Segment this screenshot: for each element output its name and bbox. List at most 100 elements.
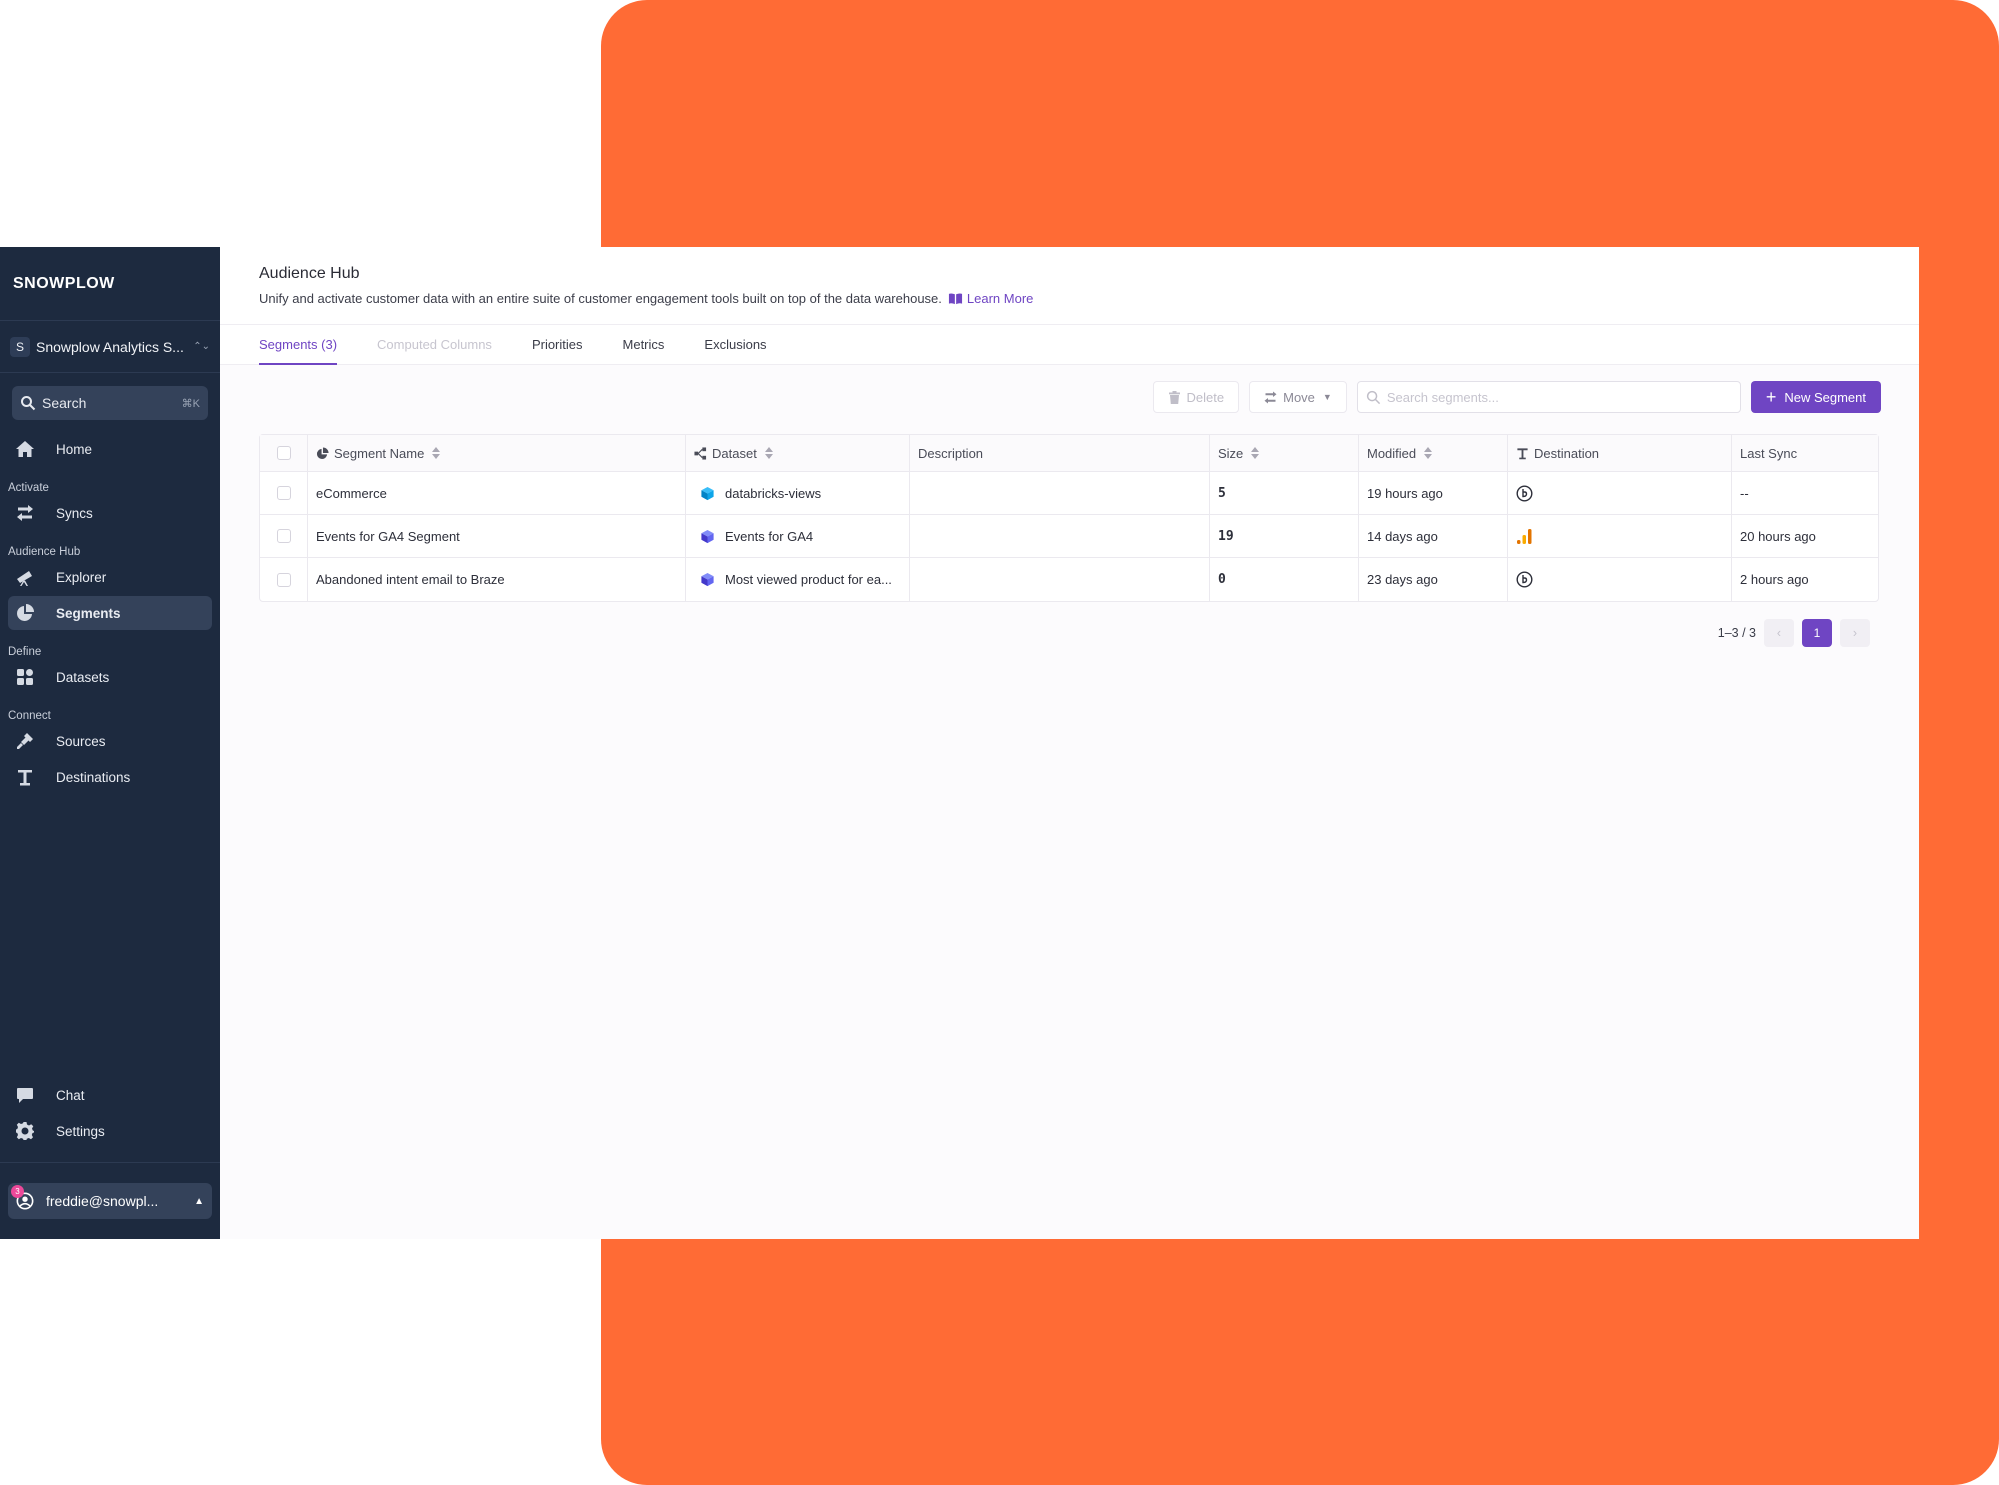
- delete-button[interactable]: Delete: [1152, 381, 1240, 413]
- column-label: Description: [918, 445, 984, 461]
- description-cell: [910, 558, 1210, 601]
- move-button[interactable]: Move ▼: [1249, 381, 1347, 413]
- size-cell: 19: [1210, 515, 1359, 557]
- tab-metrics[interactable]: Metrics: [623, 325, 665, 364]
- header-modified[interactable]: Modified: [1359, 435, 1508, 471]
- grid-icon: [17, 669, 33, 685]
- sidebar-item-explorer[interactable]: Explorer: [8, 560, 212, 594]
- search-shortcut: ⌘K: [181, 397, 200, 410]
- last-sync-cell: 2 hours ago: [1740, 572, 1809, 587]
- sidebar-item-datasets[interactable]: Datasets: [8, 660, 212, 694]
- section-audience-hub: Audience Hub: [8, 546, 81, 558]
- sort-icon[interactable]: [432, 447, 441, 459]
- row-checkbox[interactable]: [276, 486, 291, 500]
- pie-chart-icon: [17, 604, 34, 621]
- sidebar-item-sources[interactable]: Sources: [8, 724, 212, 758]
- arrows-swap-icon: [17, 505, 33, 521]
- destination-cell[interactable]: [1508, 472, 1732, 514]
- modified-cell: 23 days ago: [1359, 558, 1508, 601]
- destination-cell[interactable]: [1508, 558, 1732, 601]
- sidebar: SNOWPLOW S Snowplow Analytics S... ⌃⌄ Se…: [0, 247, 220, 1239]
- row-checkbox[interactable]: [276, 572, 291, 587]
- tab-segments[interactable]: Segments (3): [259, 325, 338, 365]
- table-row[interactable]: Abandoned intent email to Braze Most vie…: [260, 558, 1878, 601]
- chevron-up-down-icon: ⌃⌄: [193, 341, 210, 352]
- telescope-icon: [17, 571, 32, 586]
- pagination: 1–3 / 3 ‹ 1 ›: [1718, 619, 1870, 647]
- dataset-cell[interactable]: databricks-views: [686, 472, 910, 514]
- tab-exclusions[interactable]: Exclusions: [704, 325, 766, 364]
- dataset-cell[interactable]: Most viewed product for ea...: [686, 558, 910, 601]
- sidebar-item-settings[interactable]: Settings: [8, 1114, 212, 1148]
- segment-name-cell[interactable]: eCommerce: [308, 472, 686, 514]
- dataset-nodes-icon: [694, 446, 707, 460]
- tab-priorities[interactable]: Priorities: [532, 325, 583, 364]
- divider: [0, 1162, 220, 1163]
- org-badge: S: [10, 336, 30, 357]
- org-switcher[interactable]: S Snowplow Analytics S... ⌃⌄: [0, 321, 220, 373]
- segment-name-cell[interactable]: Abandoned intent email to Braze: [308, 558, 686, 601]
- table-row[interactable]: eCommerce databricks-views 5 19 hours ag…: [260, 472, 1878, 515]
- delete-label: Delete: [1186, 389, 1225, 405]
- learn-more-link[interactable]: Learn More: [948, 291, 1033, 306]
- row-checkbox[interactable]: [276, 529, 291, 543]
- column-label: Modified: [1367, 445, 1417, 461]
- sidebar-item-label: Sources: [56, 733, 106, 749]
- main-content: Audience Hub Unify and activate customer…: [220, 247, 1919, 1239]
- page-subtitle: Unify and activate customer data with an…: [259, 291, 1919, 306]
- last-sync-cell: 20 hours ago: [1740, 528, 1816, 544]
- destination-cell[interactable]: [1508, 515, 1732, 557]
- sidebar-item-label: Datasets: [56, 669, 110, 685]
- page-button-1[interactable]: 1: [1802, 619, 1832, 647]
- snowplow-logo[interactable]: SNOWPLOW: [0, 247, 220, 321]
- modified-cell: 19 hours ago: [1359, 472, 1508, 514]
- section-define: Define: [8, 646, 42, 658]
- org-name: Snowplow Analytics S...: [36, 338, 184, 355]
- trash-icon: [1168, 390, 1180, 404]
- search-icon: [21, 396, 36, 411]
- column-label: Destination: [1534, 445, 1600, 461]
- dataset-cell[interactable]: Events for GA4: [686, 515, 910, 557]
- sidebar-item-home[interactable]: Home: [8, 432, 212, 466]
- clock-destination-icon: [1516, 571, 1533, 588]
- sidebar-item-label: Syncs: [56, 505, 93, 521]
- dataset-name: databricks-views: [725, 485, 822, 501]
- select-all-checkbox[interactable]: [276, 446, 291, 460]
- new-segment-button[interactable]: + New Segment: [1750, 381, 1881, 413]
- plus-icon: +: [1765, 387, 1777, 407]
- sidebar-item-syncs[interactable]: Syncs: [8, 496, 212, 530]
- app-window: SNOWPLOW S Snowplow Analytics S... ⌃⌄ Se…: [0, 247, 1919, 1239]
- sidebar-item-label: Settings: [56, 1123, 105, 1139]
- sort-icon[interactable]: [1424, 447, 1433, 459]
- user-menu[interactable]: 3 freddie@snowpl... ▲: [8, 1183, 212, 1219]
- page-title: Audience Hub: [259, 265, 360, 282]
- header-select-cell: [260, 435, 308, 471]
- prev-page-button[interactable]: ‹: [1764, 619, 1794, 647]
- search-label: Search: [42, 395, 87, 411]
- segment-search-input[interactable]: [1386, 389, 1732, 405]
- segment-name-cell[interactable]: Events for GA4 Segment: [308, 515, 686, 557]
- tab-computed-columns[interactable]: Computed Columns: [377, 325, 492, 364]
- sidebar-item-label: Destinations: [56, 769, 131, 785]
- sidebar-item-destinations[interactable]: Destinations: [8, 760, 212, 794]
- sort-icon[interactable]: [1251, 447, 1260, 459]
- sort-icon[interactable]: [764, 447, 774, 459]
- select-cell: [260, 558, 308, 601]
- table-row[interactable]: Events for GA4 Segment Events for GA4 19…: [260, 515, 1878, 558]
- sidebar-search[interactable]: Search ⌘K: [12, 386, 208, 420]
- palm-tree-icon: [1517, 447, 1528, 459]
- header-dataset[interactable]: Dataset: [686, 435, 910, 471]
- chat-bubble-icon: [17, 1088, 33, 1103]
- dataset-name: Events for GA4: [725, 528, 814, 544]
- description-cell: [910, 472, 1210, 514]
- page-range: 1–3 / 3: [1717, 626, 1756, 640]
- caret-up-icon: ▲: [194, 1195, 204, 1207]
- header-size[interactable]: Size: [1210, 435, 1359, 471]
- header-segment-name[interactable]: Segment Name: [308, 435, 686, 471]
- subtitle-text: Unify and activate customer data with an…: [259, 291, 942, 306]
- arrows-swap-icon: [1264, 391, 1277, 403]
- sidebar-item-chat[interactable]: Chat: [8, 1078, 212, 1112]
- notification-badge: 3: [11, 1185, 24, 1198]
- sidebar-item-segments[interactable]: Segments: [8, 596, 212, 630]
- next-page-button[interactable]: ›: [1840, 619, 1870, 647]
